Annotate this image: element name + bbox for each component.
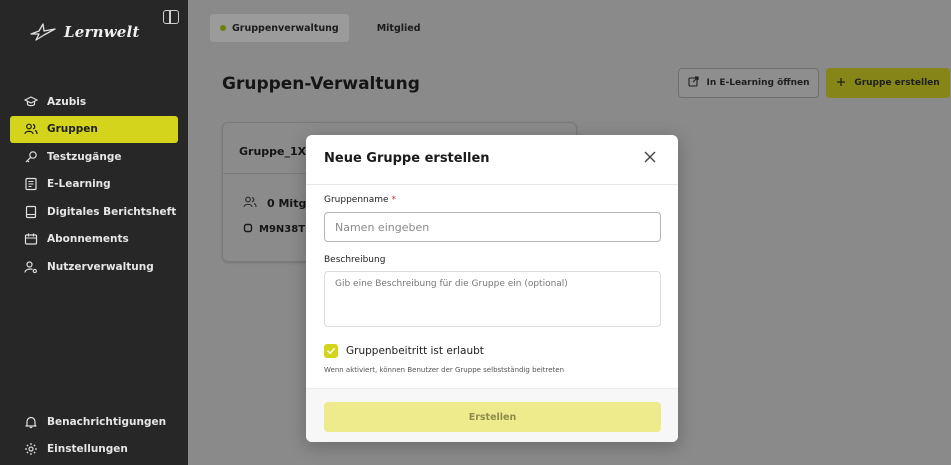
create-group-dialog: Neue Gruppe erstellen Gruppenname * Besc… [306,135,678,442]
sidebar: Lernwelt Azubis Gruppen Testzugänge E-Le… [0,0,188,465]
graduation-cap-icon [24,95,38,109]
dialog-title: Neue Gruppe erstellen [324,151,490,166]
sidebar-item-testzugaenge[interactable]: Testzugänge [10,143,178,171]
tab-mitglied[interactable]: Mitglied [367,14,431,42]
sidebar-item-nutzerverwaltung[interactable]: Nutzerverwaltung [10,253,178,281]
open-elearning-button[interactable]: In E-Learning öffnen [678,68,819,98]
create-group-label: Gruppe erstellen [854,78,940,88]
header-tabs: Gruppenverwaltung Mitglied [210,14,431,42]
sidebar-item-benachrichtigungen[interactable]: Benachrichtigungen [10,408,178,436]
brand-name: Lernwelt [64,23,140,41]
close-icon[interactable] [642,149,658,165]
sidebar-item-label: Azubis [47,95,87,108]
sidebar-item-label: Testzugänge [47,150,122,163]
sidebar-item-gruppen[interactable]: Gruppen [10,115,178,143]
ticket-icon [24,232,38,246]
join-allowed-hint: Wenn aktiviert, können Benutzer der Grup… [324,366,565,374]
code-icon [243,223,253,236]
sidebar-item-label: Abonnements [47,233,129,246]
sidebar-item-label: Gruppen [47,123,98,136]
group-name-label-text: Gruppenname [324,195,389,205]
group-members: 0 Mitgli [243,195,314,212]
group-code[interactable]: M9N38TI [243,223,309,236]
book-icon [24,177,38,191]
dialog-divider [306,184,678,185]
create-submit-button[interactable]: Erstellen [324,402,661,432]
join-allowed-checkbox[interactable] [324,344,338,358]
description-textarea[interactable] [324,271,661,327]
join-allowed-label: Gruppenbeitritt ist erlaubt [346,345,484,357]
sidebar-item-azubis[interactable]: Azubis [10,88,178,116]
sidebar-item-einstellungen[interactable]: Einstellungen [10,436,178,464]
key-icon [24,150,38,164]
sidebar-item-digitales-berichtsheft[interactable]: Digitales Berichtsheft [10,198,178,226]
sidebar-item-label: Nutzerverwaltung [47,260,154,273]
check-icon [327,348,335,355]
sidebar-nav: Azubis Gruppen Testzugänge E-Learning Di… [10,88,178,281]
open-elearning-label: In E-Learning öffnen [706,78,810,88]
bell-icon [24,415,38,429]
sidebar-item-label: Digitales Berichtsheft [47,205,177,218]
group-name: Gruppe_1X [239,145,307,158]
dialog-footer: Erstellen [306,388,678,442]
brand-logo[interactable]: Lernwelt [30,22,140,42]
sidebar-item-elearning[interactable]: E-Learning [10,171,178,199]
create-group-button[interactable]: Gruppe erstellen [826,68,950,98]
description-label: Beschreibung [324,255,386,265]
tab-label: Mitglied [376,22,421,34]
plus-icon [836,77,846,90]
group-name-input[interactable] [324,212,661,242]
join-allowed-checkbox-row[interactable]: Gruppenbeitritt ist erlaubt [324,344,484,358]
user-cog-icon [24,260,38,274]
gear-icon [24,442,38,456]
group-code-value: M9N38TI [259,224,309,235]
sidebar-item-label: Benachrichtigungen [47,415,167,428]
external-link-icon [687,76,699,90]
sidebar-item-label: E-Learning [47,178,111,191]
group-name-label: Gruppenname * [324,195,396,205]
users-icon [24,122,38,136]
page-title: Gruppen-Verwaltung [222,74,420,94]
sidebar-bottom-nav: Benachrichtigungen Einstellungen [10,408,178,463]
notebook-icon [24,205,38,219]
required-marker: * [391,195,396,205]
sidebar-item-abonnements[interactable]: Abonnements [10,226,178,254]
sidebar-item-label: Einstellungen [47,443,128,456]
users-icon [243,195,257,212]
sidebar-collapse-icon[interactable] [163,10,179,24]
active-dot-icon [220,25,226,31]
tab-gruppenverwaltung[interactable]: Gruppenverwaltung [210,14,349,42]
tab-label: Gruppenverwaltung [232,22,339,34]
bird-logo-icon [30,23,56,41]
